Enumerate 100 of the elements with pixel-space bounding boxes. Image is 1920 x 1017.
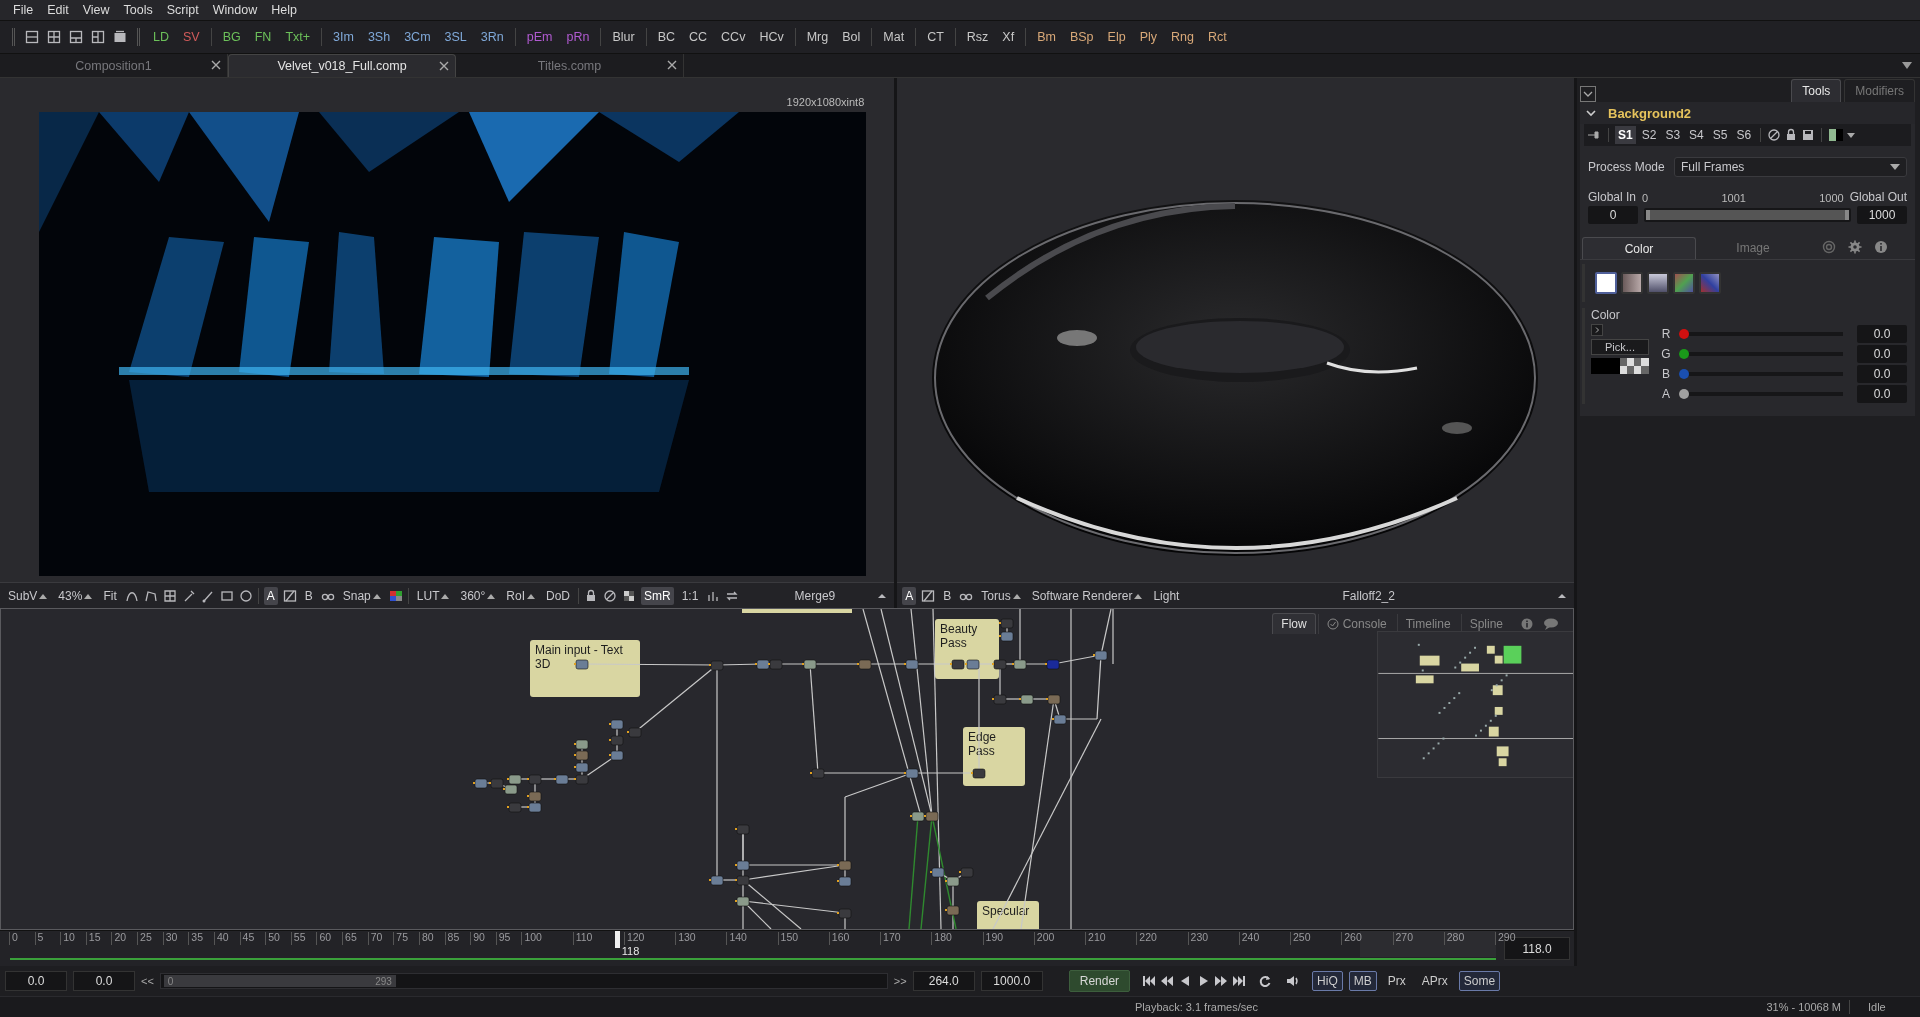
menu-item[interactable]: Script [159,3,206,17]
tool-button[interactable]: 3SL [437,30,474,44]
mode-toggle[interactable]: MB [1348,971,1377,991]
set-button[interactable]: S6 [1733,126,1755,144]
playhead[interactable] [614,931,620,948]
grid-icon[interactable] [162,588,177,603]
tool-button[interactable]: Mat [876,30,912,44]
mode-toggle[interactable]: APrx [1416,971,1453,991]
render-button[interactable]: Render [1068,970,1131,992]
gradient-type-button[interactable] [1621,272,1643,294]
toolbar-button[interactable]: Light [1150,586,1183,605]
skip-to-start-icon[interactable] [1142,974,1157,988]
number-field[interactable]: 0.0 [1857,365,1907,383]
settings-icon[interactable] [1848,240,1862,254]
slider-thumb[interactable] [1679,388,1689,399]
tool-button[interactable]: BG [215,30,248,44]
loop-icon[interactable] [1258,974,1273,988]
tool-button[interactable]: Ply [1132,30,1164,44]
tool-button[interactable]: 3Cm [397,30,438,44]
info-icon[interactable] [1874,240,1888,254]
time-field[interactable]: 264.0 [912,971,975,991]
layout-icon[interactable] [91,30,105,44]
fast-forward-icon[interactable] [1214,974,1229,988]
tool-button[interactable]: 3Sh [360,30,398,44]
dropdown-button[interactable]: LUT [413,586,453,605]
rewind-icon[interactable] [1160,974,1175,988]
color-channels-icon[interactable] [388,588,403,603]
gradient-type-button[interactable] [1699,272,1721,294]
dropdown-button[interactable]: 43% [55,586,96,605]
panel-tab[interactable]: Flow [1272,613,1316,634]
gradient-type-button[interactable] [1673,272,1695,294]
tool-button[interactable]: Elp [1100,30,1133,44]
menu-item[interactable]: Help [264,3,304,17]
circle-icon[interactable] [238,588,253,603]
dropdown-button[interactable]: SubV [5,586,51,605]
time-field[interactable]: 0.0 [73,971,135,991]
panel-tab[interactable]: Tools [1791,79,1842,102]
tool-button[interactable]: pRn [559,30,597,44]
tool-button[interactable]: HCv [752,30,791,44]
tool-button[interactable]: Rct [1200,30,1234,44]
chevron-icon[interactable] [1586,108,1596,118]
dropdown-button[interactable]: 360° [457,586,499,605]
caret-icon[interactable] [1902,61,1912,70]
slider-thumb[interactable] [1679,348,1689,359]
tool-button[interactable]: Xf [995,30,1022,44]
mode-toggle[interactable]: HiQ [1312,971,1343,991]
tool-button[interactable]: Bm [1030,30,1063,44]
number-field[interactable]: 1000 [1857,206,1907,224]
caret-icon[interactable] [1847,131,1856,139]
menu-item[interactable]: Window [205,3,265,17]
gradient-type-button[interactable] [1595,272,1617,294]
tool-button[interactable]: Txt+ [278,30,318,44]
tool-button[interactable]: BC [650,30,682,44]
slider-thumb[interactable] [1679,368,1689,379]
pin-icon[interactable] [1588,130,1602,140]
speech-bubble-icon[interactable] [1543,617,1559,630]
tool-button[interactable]: Bol [835,30,868,44]
skip-to-end-icon[interactable] [1232,974,1247,988]
lock-icon[interactable] [584,588,598,603]
set-button[interactable]: S3 [1662,126,1684,144]
document-tab[interactable]: Titles.comp [456,54,684,77]
toolbar-button[interactable]: DoD [543,586,573,605]
gradient-type-button[interactable] [1647,272,1669,294]
process-mode-dropdown[interactable]: Full Frames [1674,157,1907,177]
mode-toggle[interactable]: Prx [1382,971,1411,991]
tool-button[interactable]: CCv [714,30,753,44]
toolbar-button[interactable]: Fit [100,586,120,605]
flow-navigator[interactable] [1377,631,1573,778]
layout-icon[interactable] [25,30,39,44]
layout-icon[interactable] [47,30,61,44]
tool-button[interactable]: FN [247,30,279,44]
tool-button[interactable]: Mrg [799,30,836,44]
document-tab[interactable]: Velvet_v018_Full.comp [228,54,456,77]
number-field[interactable]: 0 [1588,206,1638,224]
close-icon[interactable] [211,60,221,70]
polyline-icon[interactable] [143,588,158,603]
menu-item[interactable]: View [75,3,117,17]
menu-item[interactable]: File [6,3,41,17]
target-icon[interactable] [1822,240,1836,254]
toggle-button[interactable]: SmR [641,586,674,605]
tool-button[interactable]: pEm [519,30,560,44]
scroll-back-button[interactable]: << [141,975,154,987]
menu-item[interactable]: Tools [116,3,160,17]
split-view-icon[interactable] [921,588,936,603]
checker-icon[interactable] [622,588,636,603]
tool-button[interactable]: BSp [1062,30,1101,44]
set-button[interactable]: S4 [1686,126,1707,144]
time-field[interactable]: 0.0 [5,971,67,991]
set-button[interactable]: S1 [1615,126,1636,144]
tool-button[interactable]: SV [176,30,207,44]
toggle-button[interactable]: A [263,586,278,605]
dropdown-button[interactable]: Software Renderer [1028,586,1146,605]
speaker-icon[interactable] [1286,974,1301,988]
tool-button[interactable]: Rng [1164,30,1201,44]
layout-icon[interactable] [113,30,127,44]
number-field[interactable]: 0.0 [1857,385,1907,403]
rectangle-icon[interactable] [219,588,234,603]
scroll-forward-button[interactable]: >> [893,975,907,987]
tool-button[interactable]: Blur [605,30,642,44]
set-button[interactable]: S5 [1709,126,1731,144]
